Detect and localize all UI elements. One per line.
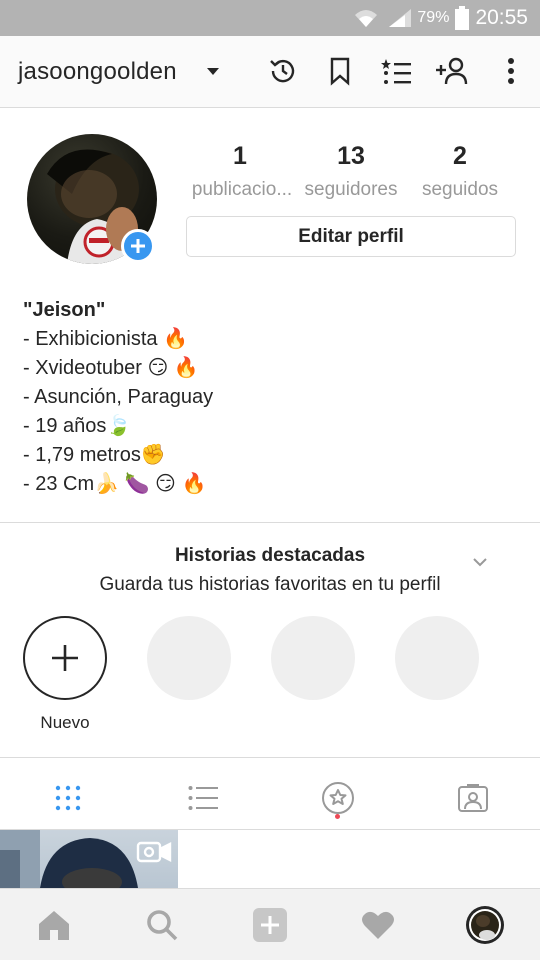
bio-line: - 1,79 metros✊ — [23, 444, 166, 466]
posts-number: 1 — [233, 142, 247, 170]
bio-full-name: "Jeison" — [23, 299, 106, 321]
add-person-icon[interactable] — [434, 54, 468, 88]
highlight-placeholder — [271, 616, 355, 700]
edit-profile-button[interactable]: Editar perfil — [186, 216, 516, 257]
profile-bio: "Jeison" - Exhibicionista 🔥 - Xvideotube… — [23, 296, 523, 499]
divider — [0, 757, 540, 758]
highlights-subtitle: Guarda tus historias favoritas en tu per… — [99, 574, 441, 595]
profile-avatar-icon[interactable] — [465, 905, 505, 945]
add-story-plus-icon[interactable] — [121, 229, 155, 263]
activity-heart-icon[interactable] — [358, 905, 398, 945]
plus-icon — [52, 645, 78, 671]
close-friends-list-icon[interactable] — [380, 54, 414, 88]
bio-line: - 23 Cm🍌 🍆 😏 🔥 — [23, 473, 207, 495]
video-camera-icon — [136, 841, 172, 863]
followers-label: seguidores — [304, 179, 398, 200]
status-bar: 79% 20:55 — [0, 0, 540, 36]
divider — [0, 522, 540, 523]
highlights-title: Historias destacadas — [174, 545, 366, 566]
posts-count[interactable]: 1 publicacio... — [180, 142, 300, 201]
following-number: 2 — [453, 142, 467, 170]
chevron-down-icon[interactable] — [207, 68, 219, 75]
post-thumbnail[interactable] — [0, 830, 178, 888]
bio-line: - 19 años🍃 — [23, 415, 132, 437]
wifi-icon — [355, 10, 378, 27]
list-icon — [188, 786, 218, 810]
username-switcher[interactable]: jasoongoolden — [18, 58, 177, 86]
tagged-star-icon — [321, 782, 354, 814]
tab-list[interactable] — [135, 770, 270, 826]
posts-label: publicacio... — [191, 179, 293, 200]
tab-grid[interactable] — [0, 770, 135, 826]
clock: 20:55 — [475, 6, 528, 29]
battery-percent: 79% — [417, 9, 450, 26]
tagged-person-icon — [457, 784, 488, 812]
archive-history-icon[interactable] — [266, 54, 300, 88]
bookmark-icon[interactable] — [323, 54, 357, 88]
followers-number: 13 — [337, 142, 365, 170]
home-icon[interactable] — [34, 905, 74, 945]
highlight-placeholder — [147, 616, 231, 700]
bio-line: - Xvideotuber 😏 🔥 — [23, 357, 199, 379]
profile-header-bar: jasoongoolden — [0, 36, 540, 108]
notification-dot — [335, 814, 340, 819]
signal-icon — [389, 9, 412, 27]
tab-tagged[interactable] — [405, 770, 540, 826]
following-count[interactable]: 2 seguidos — [400, 142, 520, 201]
highlight-placeholder — [395, 616, 479, 700]
search-icon[interactable] — [142, 905, 182, 945]
chevron-down-icon[interactable] — [472, 556, 488, 568]
bottom-navigation — [0, 888, 540, 960]
grid-icon — [55, 785, 80, 811]
followers-count[interactable]: 13 seguidores — [291, 142, 411, 201]
following-label: seguidos — [421, 179, 499, 200]
bio-line: - Exhibicionista 🔥 — [23, 328, 188, 350]
bio-line: - Asunción, Paraguay — [23, 386, 214, 408]
new-highlight-label: Nuevo — [40, 713, 90, 732]
add-post-icon[interactable] — [250, 905, 290, 945]
overflow-menu-icon[interactable] — [494, 54, 528, 88]
new-highlight-button[interactable] — [23, 616, 107, 700]
battery-icon — [455, 6, 470, 30]
